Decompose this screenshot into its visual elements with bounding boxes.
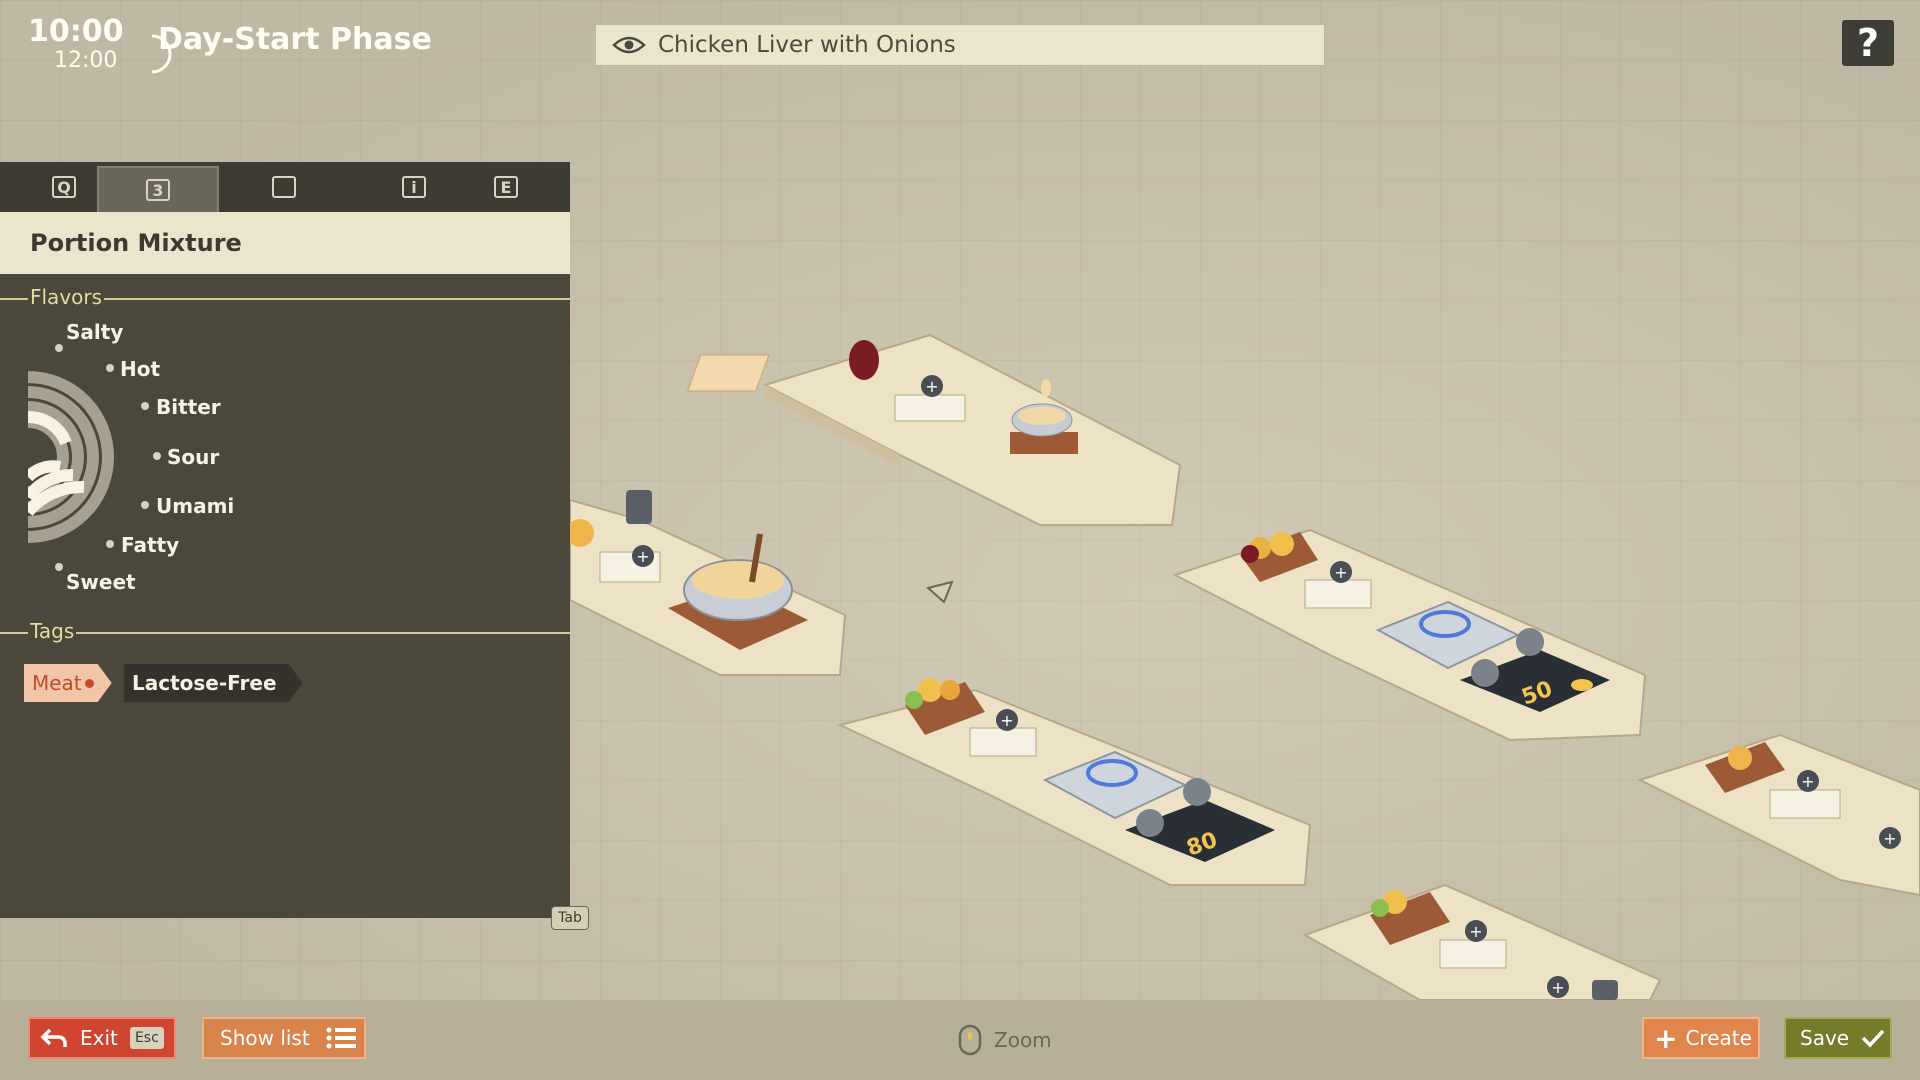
tag-meat-label: Meat <box>32 671 82 695</box>
recipe-name: Chicken Liver with Onions <box>658 32 956 58</box>
flavors-label: Flavors <box>28 285 105 309</box>
flavor-sour: Sour <box>167 445 220 469</box>
station-stove-1[interactable]: + 50 <box>1172 528 1647 742</box>
tag-lactose-free-label: Lactose-Free <box>132 671 277 695</box>
panel-title-bar: Portion Mixture <box>0 212 570 274</box>
show-list-button[interactable]: Show list <box>202 1017 366 1059</box>
clock-end-time: 12:00 <box>54 48 118 73</box>
recipe-card-icon <box>272 176 296 198</box>
svg-text:+: + <box>1334 563 1347 582</box>
exit-label: Exit <box>80 1026 118 1050</box>
save-label: Save <box>1800 1026 1850 1050</box>
phase-title: Day-Start Phase <box>158 22 432 57</box>
panel-tabs: Q 3 i E <box>0 162 570 214</box>
tags-label: Tags <box>28 619 77 643</box>
esc-key-chip: Esc <box>129 1027 164 1049</box>
search-icon: Q <box>52 176 76 198</box>
flavor-bitter: Bitter <box>156 395 221 419</box>
tab-info[interactable]: i <box>386 162 442 212</box>
zoom-label: Zoom <box>994 1028 1052 1052</box>
svg-text:+: + <box>1469 922 1482 941</box>
flavor-fatty: Fatty <box>121 533 180 557</box>
create-button[interactable]: + Create <box>1642 1017 1760 1059</box>
flavor-salty: Salty <box>66 320 124 344</box>
info-icon: i <box>402 176 426 198</box>
svg-text:+: + <box>636 547 649 566</box>
game-clock: 10:00 12:00 <box>28 14 172 74</box>
game-board[interactable]: + + + 50 + 80 + + + + <box>570 70 1920 1010</box>
tag-dot-icon <box>85 679 94 688</box>
svg-text:+: + <box>1883 829 1896 848</box>
station-stove-2[interactable]: + 80 <box>837 678 1312 886</box>
undo-arrow-icon <box>40 1028 67 1047</box>
mouse-wheel-icon <box>958 1024 982 1056</box>
taste-icon: 3 <box>146 179 170 201</box>
tab-e[interactable]: E <box>478 162 534 212</box>
eye-icon[interactable] <box>612 35 646 55</box>
flavors-divider: Flavors <box>0 285 570 309</box>
station-prep-3[interactable]: + + <box>1637 733 1920 897</box>
flavor-chart <box>28 371 114 543</box>
flavor-sweet: Sweet <box>66 570 136 594</box>
grinder-icon <box>1592 980 1618 1000</box>
tab-key-hint[interactable]: Tab <box>551 906 589 930</box>
flavor-hot: Hot <box>120 357 161 381</box>
save-button[interactable]: Save <box>1784 1017 1892 1059</box>
tab-search[interactable]: Q <box>36 162 92 212</box>
plus-icon: + <box>1654 1021 1678 1055</box>
onion-icon <box>1728 746 1752 770</box>
exit-button[interactable]: Exit Esc <box>28 1017 176 1059</box>
recipe-name-bar[interactable]: Chicken Liver with Onions <box>595 24 1325 66</box>
zoom-hint: Zoom <box>958 1024 1052 1056</box>
recipe-side-panel: Q 3 i E Portion Mixture Flavors Salty Ho… <box>0 162 570 918</box>
board-cursor-icon <box>925 580 954 604</box>
help-button[interactable]: ? <box>1842 20 1894 66</box>
create-label: Create <box>1685 1026 1752 1050</box>
tag-lactose-free[interactable]: Lactose-Free <box>124 664 303 702</box>
clock-current-time: 10:00 <box>28 14 124 49</box>
panel-title: Portion Mixture <box>30 229 242 257</box>
tab-recipe-card[interactable] <box>256 162 312 212</box>
show-list-label: Show list <box>220 1026 310 1050</box>
list-icon <box>326 1027 356 1049</box>
svg-text:+: + <box>1551 978 1564 997</box>
svg-text:+: + <box>1801 772 1814 791</box>
svg-text:+: + <box>925 377 938 396</box>
svg-text:+: + <box>1000 711 1013 730</box>
station-prep-4[interactable]: + + <box>1302 883 1662 1001</box>
tab-taste[interactable]: 3 <box>97 166 219 214</box>
checkmark-icon <box>1861 1029 1885 1048</box>
tags-divider: Tags <box>0 619 570 643</box>
red-onion-icon <box>849 340 879 380</box>
flavor-umami: Umami <box>156 494 235 518</box>
e-key-icon: E <box>494 176 518 198</box>
grinder-icon <box>626 490 652 524</box>
station-prep-2[interactable]: + <box>570 490 847 676</box>
tag-meat[interactable]: Meat <box>24 664 112 702</box>
station-prep-1[interactable]: + <box>687 333 1182 526</box>
